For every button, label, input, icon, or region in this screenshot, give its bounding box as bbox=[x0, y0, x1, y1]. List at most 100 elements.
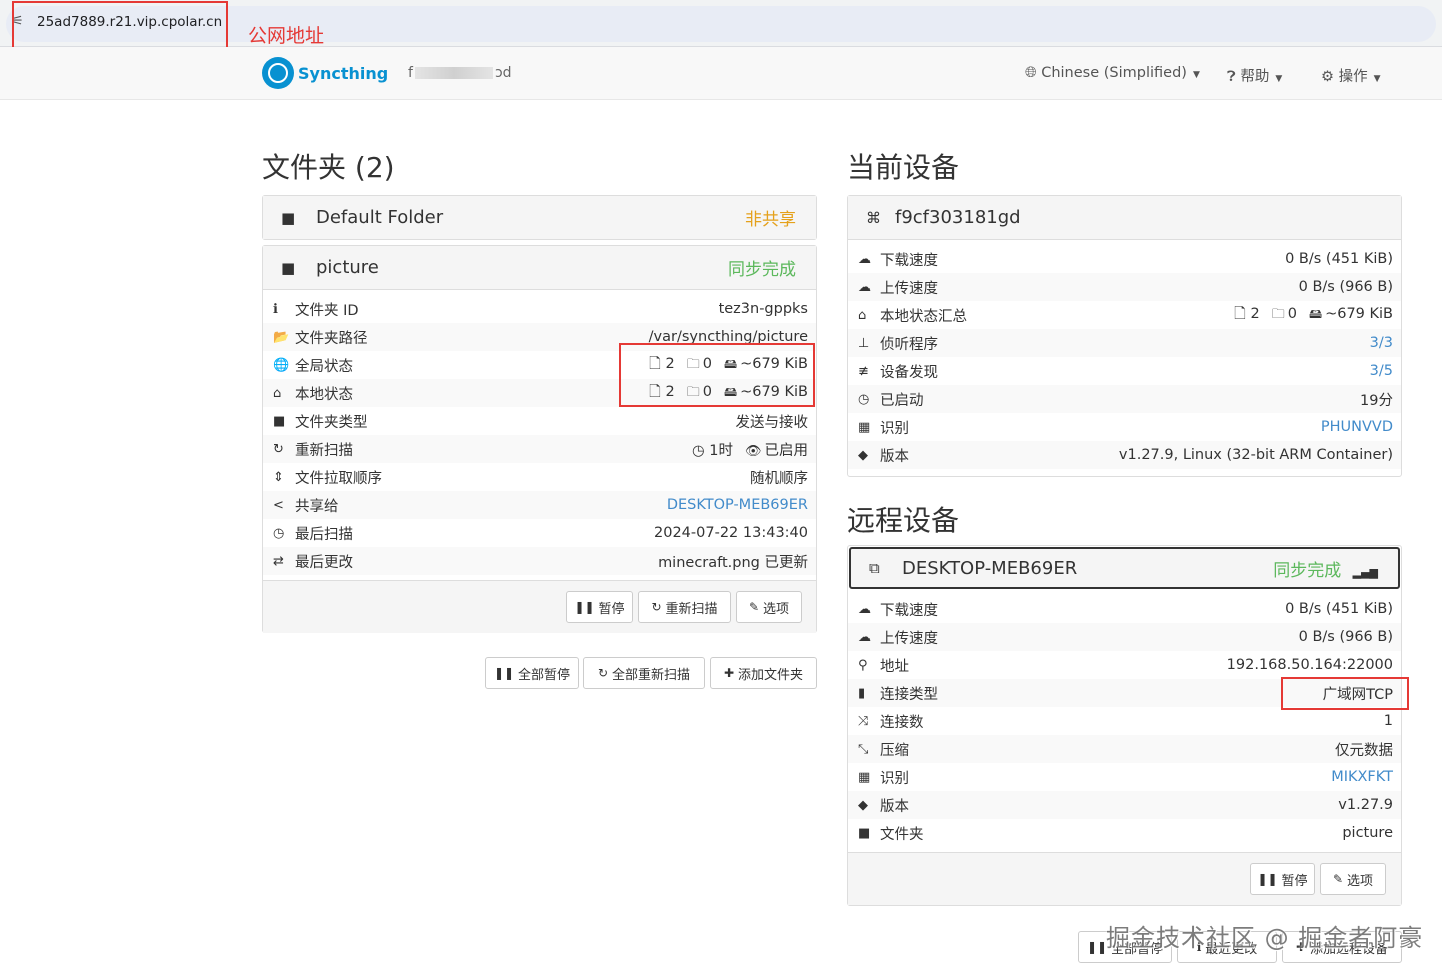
download-rate-row: ☁ 下载速度 0 B/s (451 KiB) bbox=[858, 251, 1393, 269]
device-id-link[interactable]: PHUNVVD bbox=[1321, 419, 1393, 435]
picture-folder-status: 同步完成 bbox=[728, 260, 796, 280]
navbar: Syncthing f ɔd 🌐︎ Chinese (Simplified) ▼ … bbox=[0, 47, 1442, 100]
upload-rate-row: ☁ 上传速度 0 B/s (966 B) bbox=[848, 273, 1401, 301]
this-device-panel: ⌘ f9cf303181gd ☁ 下载速度 0 B/s (451 KiB) ☁ … bbox=[847, 195, 1402, 477]
plus-icon: ✚ bbox=[723, 666, 735, 680]
remote-device-name: DESKTOP-MEB69ER bbox=[902, 557, 1078, 579]
connections-row: ⤨ 连接数 1 bbox=[858, 713, 1393, 731]
question-icon: ❓︎ bbox=[1227, 69, 1236, 85]
sort-icon: ⇕ bbox=[273, 469, 284, 485]
discovery-row: ≢ 设备发现 3/5 bbox=[858, 363, 1393, 381]
listeners-row: ⊥ 侦听程序 3/3 bbox=[848, 329, 1401, 357]
this-device-details: ☁ 下载速度 0 B/s (451 KiB) ☁ 上传速度 0 B/s (966… bbox=[848, 240, 1401, 469]
remote-download-row: ☁ 下载速度 0 B/s (451 KiB) bbox=[858, 601, 1393, 619]
default-folder-status: 非共享 bbox=[745, 210, 796, 230]
pause-all-folders-button[interactable]: ❚❚ 全部暂停 bbox=[485, 657, 579, 689]
picture-folder-footer: ❚❚ 暂停 ↻ 重新扫描 ✎ 选项 bbox=[263, 580, 816, 633]
hdd-icon: 🖴 bbox=[1308, 306, 1323, 322]
device-name-start: f bbox=[408, 65, 413, 81]
remote-device-status: 同步完成 ▂▄▆ bbox=[1273, 560, 1378, 581]
home-icon: ⌂ bbox=[273, 385, 282, 401]
help-label: 帮助 bbox=[1240, 69, 1270, 85]
refresh-icon: ↻ bbox=[597, 666, 609, 680]
signpost-icon: ≢ bbox=[858, 363, 869, 379]
chevron-down-icon: ▼ bbox=[1192, 70, 1200, 80]
folders-title: 文件夹 (2) bbox=[262, 151, 395, 184]
folder-icon: ■ bbox=[858, 825, 871, 841]
cloud-upload-icon: ☁ bbox=[858, 279, 871, 295]
link-icon: ⚲ bbox=[858, 657, 868, 673]
remote-device-header[interactable]: ⧉ DESKTOP-MEB69ER 同步完成 ▂▄▆ bbox=[849, 547, 1400, 589]
public-address-annotation: 公网地址 bbox=[248, 25, 325, 47]
remote-device-panel: ⧉ DESKTOP-MEB69ER 同步完成 ▂▄▆ ☁ 下载速度 0 B/s … bbox=[847, 545, 1402, 906]
syncthing-logo-icon bbox=[262, 57, 294, 89]
watermark: 掘金技术社区 @ 掘金者阿豪 bbox=[1106, 924, 1424, 952]
picture-folder-panel: ■ picture 同步完成 ℹ 文件夹 ID tez3n-gppks 📂 文件… bbox=[262, 245, 817, 633]
device-icon: ⌘ bbox=[866, 208, 881, 227]
folder-type-row: ■ 文件夹类型 发送与接收 bbox=[273, 413, 808, 431]
listeners-link[interactable]: 3/3 bbox=[1370, 335, 1393, 351]
picture-folder-header[interactable]: ■ picture 同步完成 bbox=[263, 246, 816, 290]
actions-label: 操作 bbox=[1338, 69, 1368, 85]
picture-folder-details: ℹ 文件夹 ID tez3n-gppks 📂 文件夹路径 /var/syncth… bbox=[263, 290, 816, 575]
help-menu[interactable]: ❓︎ 帮助 ▼ bbox=[1227, 65, 1282, 86]
default-folder-header[interactable]: ■ Default Folder 非共享 bbox=[263, 196, 816, 239]
file-icon: 🗋 bbox=[1234, 305, 1246, 322]
refresh-icon: ↻ bbox=[651, 600, 662, 614]
pause-device-button[interactable]: ❚❚ 暂停 bbox=[1250, 863, 1315, 895]
gear-icon: ⚙ bbox=[1321, 69, 1334, 85]
remote-device-id-link[interactable]: MIKXFKT bbox=[1331, 769, 1393, 785]
folder-icon: ■ bbox=[281, 258, 296, 277]
chevron-down-icon: ▼ bbox=[1373, 74, 1381, 84]
signal-icon: ▮ bbox=[858, 685, 866, 701]
last-scan-row: ◷ 最后扫描 2024-07-22 13:43:40 bbox=[273, 525, 808, 543]
remote-identification-row: ▦ 识别 MIKXFKT bbox=[858, 769, 1393, 787]
shared-with-row: < 共享给 DESKTOP-MEB69ER bbox=[263, 491, 816, 519]
clock-icon: ◷ bbox=[858, 391, 870, 407]
tag-icon: ◆ bbox=[858, 797, 868, 813]
folder-open-icon: 📂 bbox=[273, 329, 290, 345]
random-icon: ⤨ bbox=[858, 713, 869, 729]
address-row: ⚲ 地址 192.168.50.164:22000 bbox=[858, 657, 1393, 675]
pause-icon: ❚❚ bbox=[493, 666, 515, 680]
redacted-blur bbox=[414, 67, 493, 79]
cloud-upload-icon: ☁ bbox=[858, 629, 871, 645]
uptime-row: ◷ 已启动 19分 bbox=[848, 385, 1401, 413]
language-label: Chinese (Simplified) bbox=[1041, 65, 1187, 81]
globe-icon: 🌐︎ bbox=[1025, 65, 1037, 81]
pull-order-row: ⇕ 文件拉取顺序 随机顺序 bbox=[273, 469, 808, 487]
language-menu[interactable]: 🌐︎ Chinese (Simplified) ▼ bbox=[1025, 65, 1200, 81]
discovery-link[interactable]: 3/5 bbox=[1370, 363, 1393, 379]
cloud-download-icon: ☁ bbox=[858, 251, 871, 267]
add-folder-button[interactable]: ✚ 添加文件夹 bbox=[710, 657, 817, 689]
identification-row: ▦ 识别 PHUNVVD bbox=[858, 419, 1393, 437]
folder-options-button[interactable]: ✎ 选项 bbox=[736, 591, 802, 623]
pause-icon: ❚❚ bbox=[1257, 872, 1278, 886]
url-highlight-box bbox=[12, 1, 228, 50]
shared-device-link[interactable]: DESKTOP-MEB69ER bbox=[667, 497, 808, 513]
rescan-all-button[interactable]: ↻ 全部重新扫描 bbox=[583, 657, 705, 689]
qrcode-icon: ▦ bbox=[858, 419, 871, 435]
pencil-icon: ✎ bbox=[1332, 872, 1344, 886]
home-icon: ⌂ bbox=[858, 307, 867, 323]
exchange-icon: ⇄ bbox=[273, 553, 284, 569]
clock-icon: ◷ bbox=[273, 525, 285, 541]
this-device-header[interactable]: ⌘ f9cf303181gd bbox=[848, 196, 1401, 240]
device-options-button[interactable]: ✎ 选项 bbox=[1320, 863, 1386, 895]
state-highlight-box bbox=[619, 343, 815, 407]
actions-menu[interactable]: ⚙ 操作 ▼ bbox=[1321, 65, 1381, 86]
this-device-title: 当前设备 bbox=[847, 151, 960, 184]
folder-icon: ■ bbox=[281, 208, 296, 227]
local-summary-row: ⌂ 本地状态汇总 🗋 2 🗀 0 🖴 ~679 KiB bbox=[858, 305, 1393, 325]
globe-icon: 🌐 bbox=[273, 357, 290, 373]
rescan-folder-button[interactable]: ↻ 重新扫描 bbox=[638, 591, 731, 623]
device-name-end: ɔd bbox=[494, 65, 512, 81]
pencil-icon: ✎ bbox=[748, 600, 760, 614]
syncthing-logo[interactable]: Syncthing bbox=[262, 57, 388, 89]
sitemap-icon: ⊥ bbox=[858, 335, 870, 351]
default-folder-panel[interactable]: ■ Default Folder 非共享 bbox=[262, 195, 817, 240]
remote-folders-row: ■ 文件夹 picture bbox=[858, 825, 1393, 843]
folder-icon: ■ bbox=[273, 413, 286, 429]
pause-folder-button[interactable]: ❚❚ 暂停 bbox=[566, 591, 633, 623]
remote-device-footer: ❚❚ 暂停 ✎ 选项 bbox=[848, 852, 1401, 905]
